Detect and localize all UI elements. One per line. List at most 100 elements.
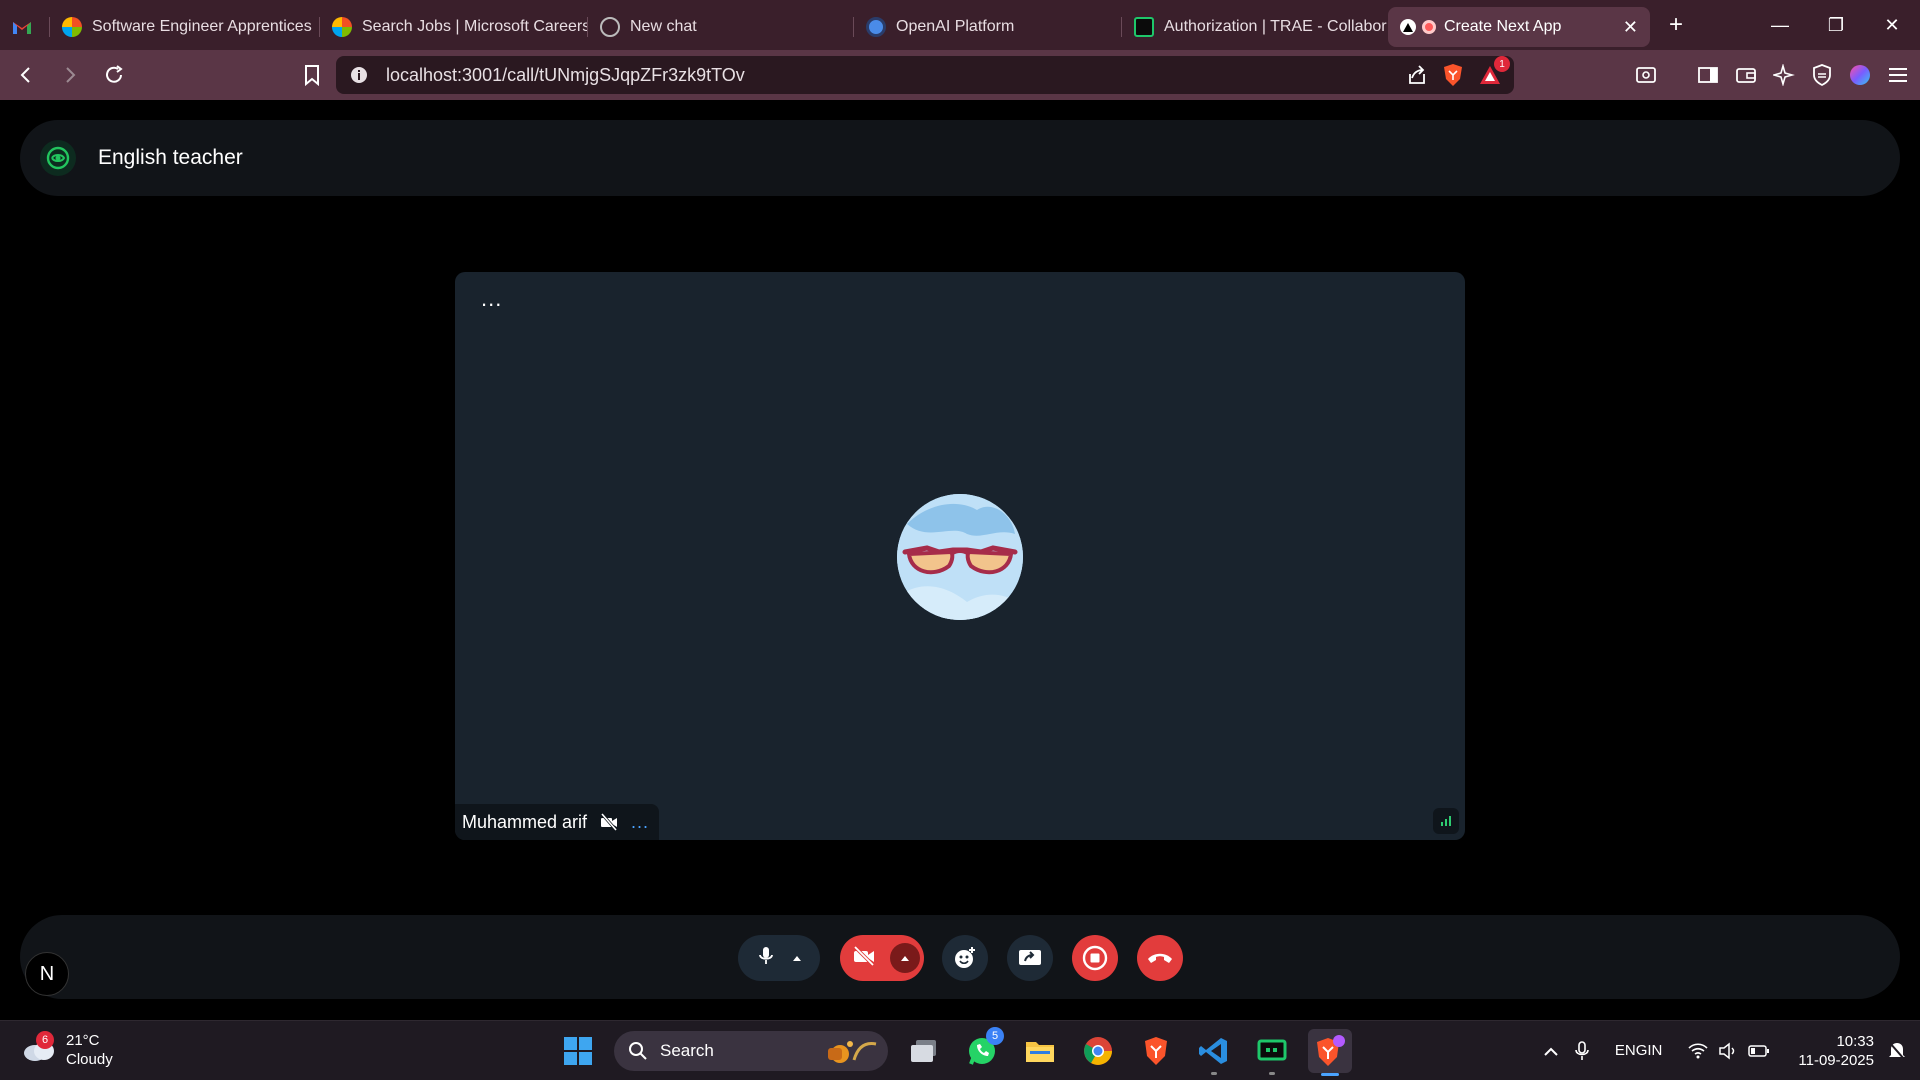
reaction-button[interactable]	[942, 935, 988, 981]
participant-video-tile: ... Muhammed arif ...	[455, 272, 1465, 840]
close-window-button[interactable]: ✕	[1864, 0, 1920, 50]
microphone-menu-button[interactable]	[792, 949, 802, 967]
whatsapp-app[interactable]: 5	[960, 1027, 1004, 1073]
notifications-icon[interactable]	[1888, 1041, 1906, 1061]
language-indicator[interactable]: ENG IN	[1615, 1042, 1663, 1060]
tab-create-next-app[interactable]: Create Next App ✕	[1388, 7, 1650, 47]
search-label: Search	[660, 1041, 714, 1060]
site-info-icon[interactable]	[350, 66, 368, 84]
windows-start-icon	[564, 1037, 592, 1065]
rewards-badge: 1	[1494, 56, 1510, 72]
file-explorer-app[interactable]	[1018, 1029, 1062, 1073]
forward-button[interactable]	[52, 57, 88, 93]
microsoft-icon	[62, 17, 82, 37]
cloud-icon: 6	[22, 1031, 56, 1063]
task-view-button[interactable]	[902, 1029, 946, 1073]
minimize-button[interactable]: —	[1752, 0, 1808, 50]
tray-overflow-icon[interactable]	[1543, 1046, 1559, 1056]
wallet-icon[interactable]	[1734, 63, 1758, 87]
reload-button[interactable]	[96, 57, 132, 93]
sidebar-icon[interactable]	[1696, 63, 1720, 87]
close-tab-icon[interactable]: ✕	[1609, 17, 1638, 38]
taskbar-search[interactable]: Search	[614, 1031, 888, 1071]
volume-icon[interactable]	[1718, 1042, 1738, 1060]
microphone-toggle-button[interactable]	[757, 945, 775, 972]
leave-call-button[interactable]	[1137, 935, 1183, 981]
microphone-tray-icon[interactable]	[1575, 1041, 1589, 1061]
vscode-icon	[1199, 1038, 1227, 1064]
url-text: localhost:3001/call/tUNmjgSJqpZFr3zk9tTO…	[386, 64, 745, 85]
bookmark-icon	[305, 65, 319, 86]
caret-up-icon	[792, 956, 801, 961]
search-icon	[629, 1042, 647, 1060]
hang-up-icon	[1148, 953, 1172, 963]
forward-arrow-icon	[66, 67, 76, 83]
caret-up-icon	[901, 956, 909, 961]
bookmark-button[interactable]	[294, 57, 330, 93]
address-bar[interactable]: localhost:3001/call/tUNmjgSJqpZFr3zk9tTO…	[336, 56, 1514, 94]
tile-options-button[interactable]: ...	[481, 288, 502, 310]
back-button[interactable]	[8, 57, 44, 93]
tab-gmail[interactable]	[0, 7, 50, 47]
call-page: English teacher ... Muhammed arif ... N	[0, 100, 1920, 1020]
leo-ai-icon[interactable]	[1772, 63, 1796, 87]
vscode-app[interactable]	[1192, 1029, 1236, 1075]
battery-icon[interactable]	[1748, 1044, 1770, 1058]
toolbar-actions	[1634, 50, 1910, 100]
camera-menu-button[interactable]	[890, 943, 920, 973]
whatsapp-badge: 5	[986, 1027, 1004, 1045]
screen-share-icon	[1019, 950, 1041, 965]
microphone-control	[738, 935, 820, 981]
reload-icon	[106, 65, 123, 83]
weather-temp: 21°C	[66, 1032, 100, 1049]
window-controls: — ❐ ✕	[1752, 0, 1920, 50]
tab-new-chat[interactable]: New chat	[588, 7, 854, 47]
openai-platform-icon	[866, 17, 886, 37]
brave-active-app[interactable]	[1308, 1029, 1352, 1076]
call-header: English teacher	[20, 120, 1900, 196]
user-avatar[interactable]: N	[25, 952, 69, 996]
microphone-icon	[758, 946, 773, 964]
clock[interactable]: 10:33 11-09-2025	[1798, 1032, 1874, 1070]
trae-icon	[1257, 1039, 1287, 1061]
tab-microsoft-careers[interactable]: Search Jobs | Microsoft Careers	[320, 7, 588, 47]
tab-software-engineer[interactable]: Software Engineer Apprentices	[50, 7, 320, 47]
brave-rewards-button[interactable]: 1	[1478, 56, 1510, 86]
tab-trae[interactable]: Authorization | TRAE - Collabor	[1122, 7, 1388, 47]
taskbar-apps: Search 5	[556, 1027, 1352, 1076]
profile-icon[interactable]	[1848, 63, 1872, 87]
brave-app[interactable]	[1134, 1029, 1178, 1073]
chrome-app[interactable]	[1076, 1029, 1120, 1073]
camera-toggle-button[interactable]	[852, 945, 876, 971]
chrome-icon	[1084, 1037, 1112, 1065]
restore-button[interactable]: ❐	[1808, 0, 1864, 50]
camera-off-icon	[600, 813, 618, 831]
tab-title: Search Jobs | Microsoft Careers	[362, 18, 588, 35]
app-logo-icon	[40, 140, 76, 176]
microsoft-icon	[332, 17, 352, 37]
menu-icon[interactable]	[1886, 63, 1910, 87]
screen-share-button[interactable]	[1007, 935, 1053, 981]
brave-icon	[1317, 1035, 1345, 1066]
start-button[interactable]	[556, 1029, 600, 1073]
stop-recording-icon	[1082, 945, 1108, 971]
camera-control	[840, 935, 924, 981]
signal-strength-icon	[1433, 808, 1459, 834]
new-tab-button[interactable]: +	[1656, 5, 1696, 45]
tab-title: Software Engineer Apprentices	[92, 18, 312, 35]
participant-name: Muhammed arif	[462, 811, 588, 832]
screenshot-icon[interactable]	[1634, 63, 1658, 87]
vpn-icon[interactable]	[1810, 63, 1834, 87]
weather-widget[interactable]: 6 21°C Cloudy	[22, 1031, 113, 1069]
trae-app[interactable]	[1250, 1029, 1294, 1075]
brave-shields-icon[interactable]	[1442, 63, 1464, 87]
record-button[interactable]	[1072, 935, 1118, 981]
wifi-icon[interactable]	[1688, 1043, 1708, 1059]
weather-badge: 6	[36, 1031, 54, 1049]
tab-openai-platform[interactable]: OpenAI Platform	[854, 7, 1122, 47]
participant-options-button[interactable]: ...	[631, 813, 649, 831]
call-controls-bar: N	[20, 915, 1900, 999]
search-highlight-icon	[824, 1036, 880, 1066]
brave-icon	[1145, 1037, 1167, 1065]
share-icon[interactable]	[1406, 64, 1428, 86]
